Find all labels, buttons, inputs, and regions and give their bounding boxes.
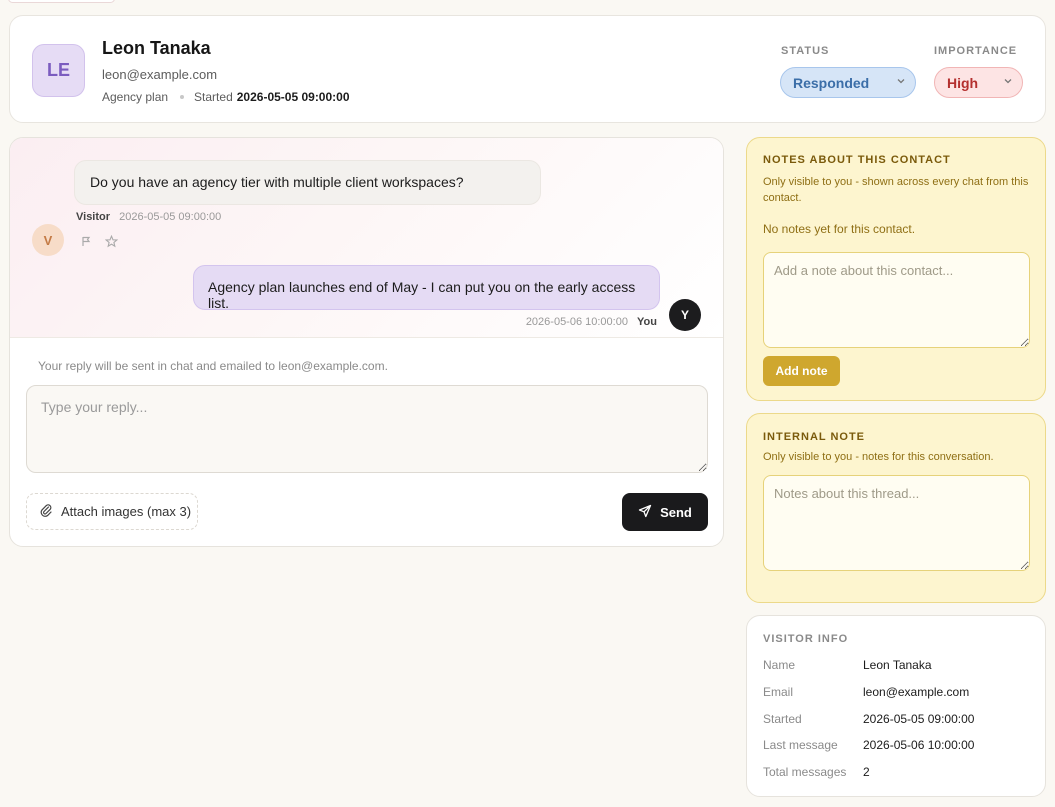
internal-note-title: INTERNAL NOTE	[763, 431, 866, 443]
info-value: 2026-05-06 10:00:00	[863, 738, 975, 752]
contact-note-input[interactable]	[763, 252, 1030, 348]
top-tab-stub	[8, 0, 115, 3]
status-label: STATUS	[781, 45, 830, 57]
visitor-message-bubble: Do you have an agency tier with multiple…	[74, 160, 541, 205]
info-value: Leon Tanaka	[863, 658, 932, 672]
visitor-message-time: 2026-05-05 09:00:00	[119, 211, 222, 223]
paperclip-icon	[39, 503, 53, 520]
info-row-name: Name Leon Tanaka	[763, 658, 1033, 672]
star-icon[interactable]	[104, 234, 119, 251]
agent-avatar: Y	[669, 299, 701, 331]
info-row-total-messages: Total messages 2	[763, 765, 1033, 779]
info-row-started: Started 2026-05-05 09:00:00	[763, 712, 1033, 726]
agent-message-meta: 2026-05-06 10:00:00 You	[526, 316, 657, 328]
visitor-sender-name: Visitor	[76, 211, 111, 223]
visitor-info-title: VISITOR INFO	[763, 633, 849, 645]
chevron-down-icon	[1004, 77, 1012, 88]
visitor-info-panel: VISITOR INFO Name Leon Tanaka Email leon…	[746, 615, 1046, 797]
send-label: Send	[660, 504, 692, 520]
importance-label: IMPORTANCE	[934, 45, 1018, 57]
contact-meta: Agency plan Started 2026-05-05 09:00:00	[102, 90, 350, 104]
attach-images-label: Attach images (max 3)	[61, 504, 192, 519]
send-button[interactable]: Send	[622, 493, 708, 531]
reply-input[interactable]	[26, 385, 708, 473]
contact-header-card: LE Leon Tanaka leon@example.com Agency p…	[9, 15, 1046, 123]
visitor-avatar: V	[32, 224, 64, 256]
meta-separator-dot	[180, 95, 185, 99]
internal-note-input[interactable]	[763, 475, 1030, 571]
status-value: Responded	[793, 74, 870, 91]
info-key: Total messages	[763, 765, 847, 779]
status-select[interactable]: Responded	[780, 67, 916, 98]
visitor-message-meta: Visitor 2026-05-05 09:00:00	[76, 211, 221, 223]
info-key: Email	[763, 685, 794, 699]
info-value: leon@example.com	[863, 685, 970, 699]
attach-images-button[interactable]: Attach images (max 3)	[26, 493, 198, 530]
info-value: 2	[863, 765, 870, 779]
contact-plan: Agency plan	[102, 90, 169, 104]
message-actions	[80, 234, 119, 251]
reply-hint: Your reply will be sent in chat and emai…	[38, 359, 388, 373]
add-note-button[interactable]: Add note	[763, 356, 840, 386]
info-row-email: Email leon@example.com	[763, 685, 1033, 699]
info-key: Started	[763, 712, 802, 726]
agent-message-time: 2026-05-06 10:00:00	[525, 316, 628, 328]
send-icon	[638, 504, 652, 521]
message-thread[interactable]: Do you have an agency tier with multiple…	[10, 138, 723, 338]
contact-notes-subtitle: Only visible to you - shown across every…	[763, 176, 1029, 204]
contact-notes-panel: NOTES ABOUT THIS CONTACT Only visible to…	[746, 137, 1046, 401]
contact-notes-title: NOTES ABOUT THIS CONTACT	[763, 154, 951, 166]
contact-notes-empty: No notes yet for this contact.	[763, 222, 916, 236]
internal-note-panel: INTERNAL NOTE Only visible to you - note…	[746, 413, 1046, 603]
internal-note-subtitle: Only visible to you - notes for this con…	[763, 451, 994, 463]
started-label: Started	[194, 90, 233, 104]
agent-sender-name: You	[637, 316, 657, 328]
chat-panel: Do you have an agency tier with multiple…	[9, 137, 724, 547]
contact-name: Leon Tanaka	[102, 38, 211, 58]
chevron-down-icon	[897, 77, 905, 88]
info-key: Last message	[763, 738, 838, 752]
info-value: 2026-05-05 09:00:00	[863, 712, 975, 726]
contact-email: leon@example.com	[102, 67, 218, 82]
contact-avatar: LE	[32, 44, 85, 97]
flag-icon[interactable]	[80, 235, 93, 251]
importance-value: High	[947, 74, 979, 91]
started-value: 2026-05-05 09:00:00	[236, 90, 350, 104]
agent-message-bubble: Agency plan launches end of May - I can …	[193, 265, 660, 311]
info-key: Name	[763, 658, 796, 672]
info-row-last-message: Last message 2026-05-06 10:00:00	[763, 738, 1033, 752]
importance-select[interactable]: High	[934, 67, 1023, 98]
